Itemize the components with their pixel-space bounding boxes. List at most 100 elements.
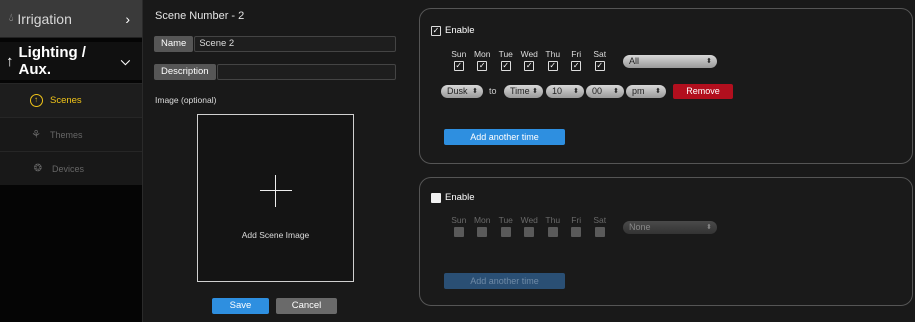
day-selector-value: None <box>629 222 651 232</box>
day-label: Thu <box>545 215 561 225</box>
checkbox-checked-icon[interactable]: ✓ <box>500 61 511 71</box>
checkbox-unchecked-icon[interactable] <box>431 192 441 203</box>
remove-button[interactable]: Remove <box>673 84 733 99</box>
checkbox-checked-icon[interactable]: ✓ <box>524 61 535 71</box>
sidebar-item-lighting[interactable]: ↑ Lighting / Aux. ⌵ <box>0 42 142 80</box>
themes-icon: ⚘ <box>31 129 41 141</box>
add-image-text: Add Scene Image <box>241 230 310 240</box>
updown-icon: ⬍ <box>706 224 712 231</box>
description-field[interactable] <box>216 64 396 80</box>
checkbox-checked-icon[interactable]: ✓ <box>431 25 441 36</box>
day-label: Wed <box>520 49 538 59</box>
day-label: Wed <box>520 215 538 225</box>
bulb-icon: ❂ <box>33 163 43 174</box>
enable-label: Enable <box>445 25 475 36</box>
schedule-panel-2: Enable Sun Mon Tue Wed Thu Fri Sat None … <box>419 177 913 306</box>
image-label: Image (optional) <box>155 95 217 105</box>
name-row: Name Scene 2 <box>154 36 396 52</box>
day-label: Sat <box>593 215 607 225</box>
start-value: Dusk <box>447 86 468 96</box>
updown-icon: ⬍ <box>613 88 619 95</box>
day-wed[interactable]: Wed ✓ <box>518 49 542 71</box>
day-label: Sat <box>593 49 607 59</box>
checkbox-disabled-icon[interactable] <box>453 227 464 237</box>
sidebar-item-irrigation[interactable]: 💧︎ Irrigation › <box>0 0 142 38</box>
checkbox-checked-icon[interactable]: ✓ <box>571 61 582 71</box>
day-sat[interactable]: Sat <box>588 215 612 237</box>
description-row: Description <box>154 64 396 80</box>
start-select[interactable]: Dusk ⬍ <box>441 85 483 98</box>
name-label: Name <box>154 36 194 52</box>
day-checkboxes: Sun Mon Tue Wed Thu Fri Sat <box>447 215 612 237</box>
chevron-right-icon: › <box>125 10 130 27</box>
updown-icon: ⬍ <box>655 88 661 95</box>
day-selector-value: All <box>629 56 640 66</box>
checkbox-disabled-icon[interactable] <box>547 227 558 237</box>
sidebar-item-scenes[interactable]: ↑ Scenes <box>0 83 142 117</box>
day-label: Sun <box>451 49 467 59</box>
to-label: to <box>489 86 497 96</box>
page-title: Scene Number - 2 <box>155 10 245 22</box>
save-button[interactable]: Save <box>212 298 269 314</box>
checkbox-disabled-icon[interactable] <box>524 227 535 237</box>
minute-select[interactable]: 00 ⬍ <box>586 85 624 98</box>
day-label: Thu <box>545 49 561 59</box>
sidebar-item-devices[interactable]: ❂ Devices <box>0 151 142 185</box>
day-selector[interactable]: All ⬍ <box>623 55 717 68</box>
checkbox-disabled-icon[interactable] <box>500 227 511 237</box>
updown-icon: ⬍ <box>472 88 478 95</box>
day-tue[interactable]: Tue <box>494 215 518 237</box>
day-label: Sun <box>451 215 467 225</box>
sidebar-item-label: Lighting / Aux. <box>18 44 86 78</box>
add-time-button[interactable]: Add another time <box>444 273 565 289</box>
day-fri[interactable]: Fri ✓ <box>565 49 589 71</box>
checkbox-disabled-icon[interactable] <box>477 227 488 237</box>
day-sat[interactable]: Sat ✓ <box>588 49 612 71</box>
end-type-select[interactable]: Time ⬍ <box>504 85 543 98</box>
sidebar: 💧︎ Irrigation › ↑ Lighting / Aux. ⌵ ↑ Sc… <box>0 0 143 322</box>
scene-form: Scene Number - 2 Name Scene 2 Descriptio… <box>150 0 400 322</box>
enable-toggle[interactable]: Enable <box>431 192 475 203</box>
updown-icon: ⬍ <box>573 88 579 95</box>
hour-select[interactable]: 10 ⬍ <box>546 85 584 98</box>
sidebar-item-label: Scenes <box>50 95 82 106</box>
sidebar-item-label: Irrigation <box>17 10 72 27</box>
day-label: Mon <box>473 215 491 225</box>
enable-toggle[interactable]: ✓ Enable <box>431 25 475 36</box>
day-label: Fri <box>571 215 582 225</box>
cancel-button[interactable]: Cancel <box>276 298 337 314</box>
updown-icon: ⬍ <box>706 58 712 65</box>
day-fri[interactable]: Fri <box>565 215 589 237</box>
checkbox-checked-icon[interactable]: ✓ <box>477 61 488 71</box>
day-wed[interactable]: Wed <box>518 215 542 237</box>
day-mon[interactable]: Mon ✓ <box>471 49 495 71</box>
day-thu[interactable]: Thu ✓ <box>541 49 565 71</box>
sidebar-item-themes[interactable]: ⚘ Themes <box>0 117 142 151</box>
day-label: Fri <box>571 49 582 59</box>
water-drop-icon: 💧︎ <box>9 12 14 24</box>
day-tue[interactable]: Tue ✓ <box>494 49 518 71</box>
checkbox-disabled-icon[interactable] <box>594 227 605 237</box>
day-label: Mon <box>473 49 491 59</box>
schedule-panel-1: ✓ Enable Sun ✓ Mon ✓ Tue ✓ Wed ✓ Thu ✓ Fri ✓ S… <box>419 8 913 164</box>
hour-value: 10 <box>552 86 563 96</box>
day-checkboxes: Sun ✓ Mon ✓ Tue ✓ Wed ✓ Thu ✓ Fri ✓ Sat ✓ <box>447 49 612 71</box>
checkbox-checked-icon[interactable]: ✓ <box>453 61 464 71</box>
add-time-button[interactable]: Add another time <box>444 129 565 145</box>
day-mon[interactable]: Mon <box>471 215 495 237</box>
sidebar-item-label: Devices <box>52 163 85 174</box>
day-label: Tue <box>498 49 513 59</box>
arrow-up-icon: ↑ <box>6 52 14 70</box>
chevron-down-icon: ⌵ <box>120 53 130 68</box>
checkbox-checked-icon[interactable]: ✓ <box>594 61 605 71</box>
ampm-value: pm <box>632 86 645 96</box>
day-sun[interactable]: Sun ✓ <box>447 49 471 71</box>
day-sun[interactable]: Sun <box>447 215 471 237</box>
name-field[interactable]: Scene 2 <box>194 36 396 52</box>
day-thu[interactable]: Thu <box>541 215 565 237</box>
checkbox-disabled-icon[interactable] <box>571 227 582 237</box>
ampm-select[interactable]: pm ⬍ <box>626 85 666 98</box>
checkbox-checked-icon[interactable]: ✓ <box>547 61 558 71</box>
day-selector[interactable]: None ⬍ <box>623 221 717 234</box>
add-image-box[interactable]: Add Scene Image <box>197 114 354 282</box>
